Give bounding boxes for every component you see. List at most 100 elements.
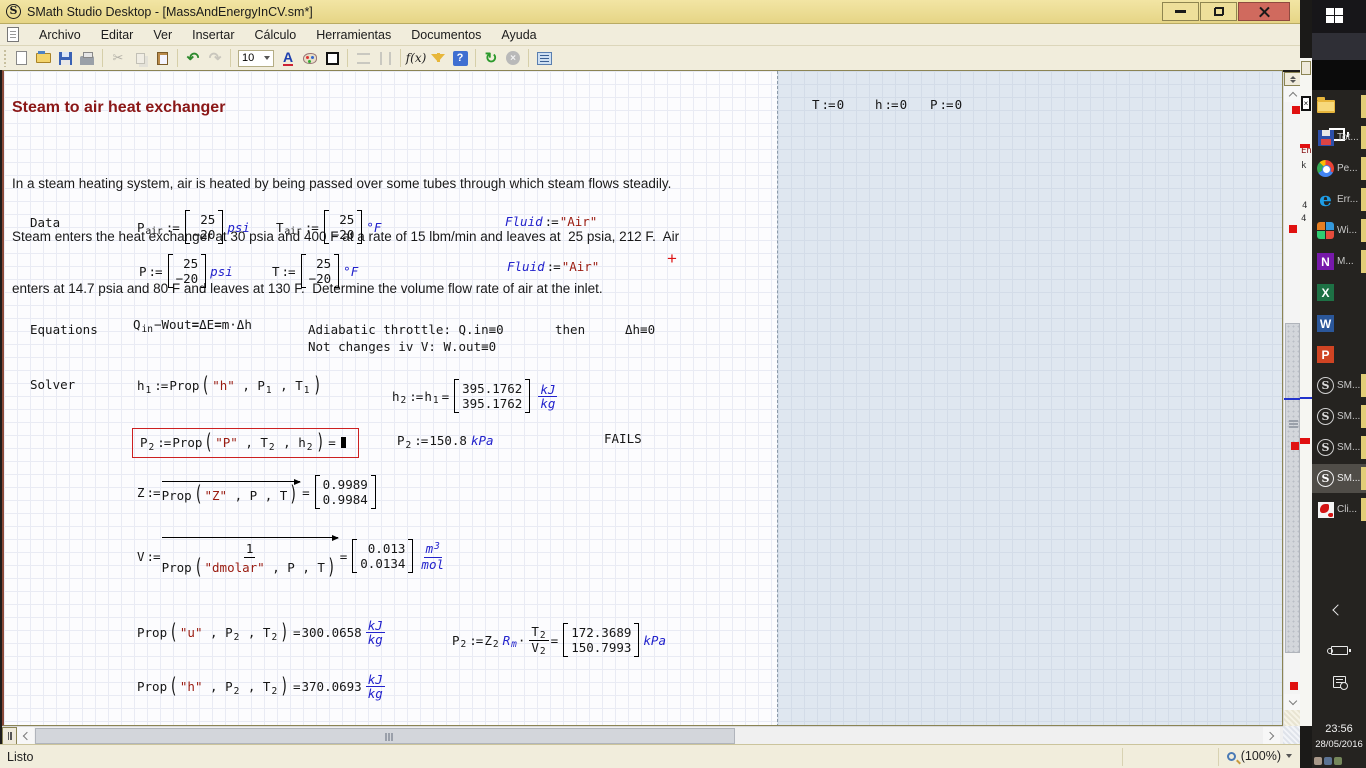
taskbar-item-file-explorer[interactable] — [1312, 92, 1366, 121]
taskbar-item-excel[interactable]: X — [1312, 278, 1366, 307]
worksheet-title[interactable]: Steam to air heat exchanger — [12, 99, 225, 117]
label-data[interactable]: Data — [30, 215, 60, 230]
tray-icons[interactable] — [1314, 752, 1354, 762]
menu-editar[interactable]: Editar — [91, 25, 144, 45]
scrollbar-resize-grip[interactable] — [1284, 710, 1301, 726]
paste-button[interactable] — [152, 48, 172, 68]
scroll-right-button[interactable] — [1263, 727, 1280, 745]
align-vertical-button[interactable] — [375, 48, 395, 68]
battery-icon[interactable] — [1331, 646, 1348, 655]
expr-h2[interactable]: h2:=h1=395.1762395.1762kJkg — [392, 379, 557, 413]
menu-herramientas[interactable]: Herramientas — [306, 25, 401, 45]
cut-button[interactable]: ✂ — [108, 48, 128, 68]
restore-button[interactable] — [1200, 2, 1237, 21]
scroll-down-button[interactable] — [1284, 694, 1301, 710]
save-button[interactable] — [55, 48, 75, 68]
text-then[interactable]: then — [555, 322, 585, 337]
align-horizontal-button[interactable] — [353, 48, 373, 68]
text-volume-note[interactable]: Not changes iv V: W.out≡0 — [308, 339, 496, 354]
clock-date[interactable]: 28/05/2016 — [1312, 739, 1366, 750]
expr-p2-calc[interactable]: P2:=Z2Rm·T2V2=172.3689150.7993kPa — [452, 623, 666, 657]
taskbar-item-chrome[interactable]: Pe... — [1312, 154, 1366, 183]
taskbar-item-powerpoint[interactable]: P — [1312, 340, 1366, 369]
show-hidden-icons-chevron[interactable] — [1332, 604, 1343, 615]
menu-ver[interactable]: Ver — [143, 25, 182, 45]
assign-op: := — [469, 633, 482, 648]
expr-t-air[interactable]: Tair:=25−20°F — [276, 210, 381, 244]
chevron-down-icon — [264, 56, 270, 60]
action-center-icon[interactable] — [1333, 676, 1346, 688]
expr-fluid-1[interactable]: Fluid:="Air" — [505, 214, 597, 229]
expr-p-air[interactable]: Pair:=25−20psi — [137, 210, 250, 244]
task-view-button[interactable] — [1312, 60, 1366, 90]
taskbar-item-smath-2[interactable]: S SM... — [1312, 402, 1366, 431]
taskbar-item-smath-3[interactable]: S SM... — [1312, 433, 1366, 462]
expr-p2-def[interactable]: P2:=Prop("P" , T2 , h2)= — [140, 433, 346, 452]
expr-energy-balance[interactable]: Qin−Wout=ΔE=m·Δh — [133, 317, 252, 332]
open-button[interactable] — [33, 48, 53, 68]
taskbar-item-smath-1[interactable]: S SM... — [1312, 371, 1366, 400]
status-bar: Listo (100%) — [0, 744, 1300, 768]
horizontal-scrollbar[interactable] — [2, 726, 1283, 744]
expr-p[interactable]: P:=25−20psi — [139, 254, 233, 288]
vertical-scroll-thumb[interactable] — [1285, 323, 1300, 653]
text-dh-zero[interactable]: Δh≡0 — [625, 322, 655, 337]
filter-button[interactable] — [428, 48, 448, 68]
menu-calculo[interactable]: Cálculo — [245, 25, 307, 45]
function-button[interactable]: f(x) — [406, 48, 426, 68]
vertical-scrollbar[interactable] — [1283, 72, 1300, 726]
taskbar-item-smath-4-active[interactable]: S SM... — [1312, 464, 1366, 493]
text-fails[interactable]: FAILS — [604, 431, 642, 446]
border-button[interactable] — [322, 48, 342, 68]
expr-side-h[interactable]: h:=0 — [875, 97, 907, 112]
expr-h1-def[interactable]: h1:=Prop("h" , P1 , T1) — [137, 376, 323, 395]
taskbar-item-total-commander[interactable]: Tot... — [1312, 123, 1366, 152]
taskbar-item-edge[interactable]: e Err... — [1312, 185, 1366, 214]
clock-time[interactable]: 23:56 — [1312, 723, 1366, 735]
menu-archivo[interactable]: Archivo — [29, 25, 91, 45]
expr-side-p[interactable]: P:=0 — [930, 97, 962, 112]
worksheet-canvas[interactable]: Steam to air heat exchanger In a steam h… — [2, 70, 1283, 726]
start-button[interactable] — [1312, 0, 1366, 33]
minimize-button[interactable] — [1162, 2, 1199, 21]
menu-documentos[interactable]: Documentos — [401, 25, 491, 45]
print-button[interactable] — [77, 48, 97, 68]
expr-t[interactable]: T:=25−20°F — [272, 254, 358, 288]
panels-button[interactable] — [534, 48, 554, 68]
undo-button[interactable]: ↶ — [183, 48, 203, 68]
expr-p2-value[interactable]: P2:=150.8kPa — [397, 433, 494, 448]
text-adiabatic-note[interactable]: Adiabatic throttle: Q.in≡0 — [308, 322, 504, 337]
expr-fluid-2[interactable]: Fluid:="Air" — [507, 259, 599, 274]
stop-button[interactable]: × — [503, 48, 523, 68]
label-solver[interactable]: Solver — [30, 377, 75, 392]
menu-insertar[interactable]: Insertar — [182, 25, 244, 45]
copy-button[interactable] — [130, 48, 150, 68]
label-equations[interactable]: Equations — [30, 322, 98, 337]
font-size-select[interactable]: 10 — [238, 50, 274, 67]
cortana-button[interactable] — [1312, 33, 1366, 60]
toolbar-drag-handle[interactable] — [3, 49, 7, 67]
background-color-button[interactable] — [300, 48, 320, 68]
new-sheet-button[interactable] — [11, 48, 31, 68]
taskbar-item-word[interactable]: W — [1312, 309, 1366, 338]
expr-side-t[interactable]: T:=0 — [812, 97, 844, 112]
taskbar-item-media-app[interactable]: Wi... — [1312, 216, 1366, 245]
scroll-left-button[interactable] — [17, 727, 34, 745]
font-color-button[interactable]: A — [278, 48, 298, 68]
scroll-up-button[interactable] — [1284, 86, 1301, 102]
menu-ayuda[interactable]: Ayuda — [491, 25, 546, 45]
scroll-split-handle[interactable] — [1284, 72, 1301, 86]
zoom-control[interactable]: (100%) — [1227, 749, 1292, 763]
scroll-split-handle[interactable] — [2, 727, 17, 745]
close-button[interactable] — [1238, 2, 1290, 21]
expr-v[interactable]: V:=1Prop("dmolar" , P , T)=0.0130.0134m3… — [137, 535, 444, 577]
horizontal-scroll-thumb[interactable] — [35, 728, 735, 744]
expr-prop-h[interactable]: Prop("h" , P2 , T2)=370.0693kJkg — [137, 673, 385, 700]
expr-z[interactable]: Z:=Prop("Z" , P , T)=0.99890.9984 — [137, 475, 380, 509]
recalculate-button[interactable]: ↻ — [481, 48, 501, 68]
redo-button[interactable]: ↷ — [205, 48, 225, 68]
expr-prop-u[interactable]: Prop("u" , P2 , T2)=300.0658kJkg — [137, 619, 385, 646]
taskbar-item-onenote[interactable]: N M... — [1312, 247, 1366, 276]
taskbar-item-clip-app[interactable]: Cli... — [1312, 495, 1366, 524]
help-button[interactable]: ? — [450, 48, 470, 68]
